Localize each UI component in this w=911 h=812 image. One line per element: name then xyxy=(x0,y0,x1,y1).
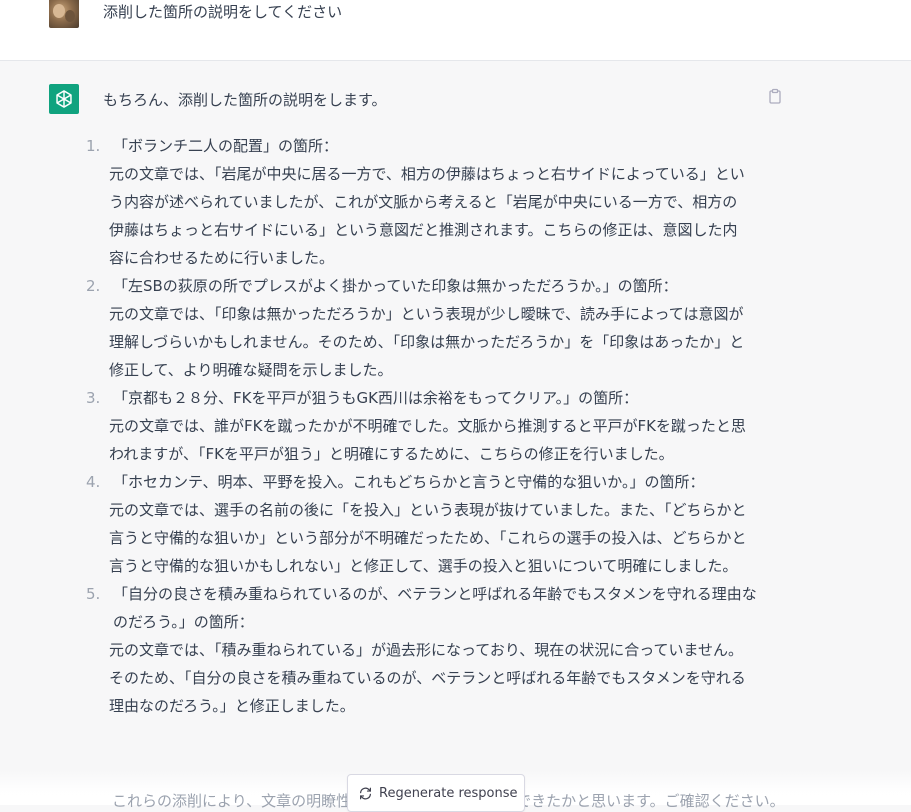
openai-logo-icon xyxy=(49,84,79,114)
list-item-number: 1. xyxy=(86,137,101,155)
regenerate-response-button[interactable]: Regenerate response xyxy=(347,774,525,812)
list-item-title: 「京都も２８分、FKを平戸が狙うもGK西川は余裕をもってクリア。」の箇所： xyxy=(113,389,639,407)
list-item-body: 元の文章では、「積み重ねられている」が過去形になっており、現在の状況に合っていま… xyxy=(109,641,746,715)
list-item-title: 「ボランチ二人の配置」の箇所： xyxy=(113,137,339,155)
user-message-text: 添削した箇所の説明をしてください xyxy=(103,3,343,21)
regenerate-label: Regenerate response xyxy=(379,785,518,801)
list-item-title: 「左SBの荻原の所でプレスがよく掛かっていた印象は無かっただろうか。」の箇所： xyxy=(113,277,678,295)
list-item: 5. 「自分の良さを積み重ねられているのが、ベテランと呼ばれる年齢でもスタメンを… xyxy=(86,580,766,720)
refresh-icon xyxy=(360,787,371,799)
list-item-title: 「自分の良さを積み重ねられているのが、ベテランと呼ばれる年齢でもスタメンを守れる… xyxy=(113,585,757,631)
list-item-body: 元の文章では、誰がFKを蹴ったかが不明確でした。文脈から推測すると平戸がFKを蹴… xyxy=(109,417,746,463)
list-item: 2. 「左SBの荻原の所でプレスがよく掛かっていた印象は無かっただろうか。」の箇… xyxy=(86,272,766,384)
list-item-number: 5. xyxy=(86,585,101,603)
list-item-number: 3. xyxy=(86,389,101,407)
list-item-number: 4. xyxy=(86,473,101,491)
list-item-body: 元の文章では、「岩尾が中央に居る一方で、相方の伊藤はちょっと右サイドによっている… xyxy=(109,165,745,267)
list-item: 1. 「ボランチ二人の配置」の箇所： 元の文章では、「岩尾が中央に居る一方で、相… xyxy=(86,132,766,272)
list-item: 4. 「ホセカンテ、明本、平野を投入。これもどちらかと言うと守備的な狙いか。」の… xyxy=(86,468,766,580)
user-message-row: 添削した箇所の説明をしてください xyxy=(0,0,911,61)
list-item: 3. 「京都も２８分、FKを平戸が狙うもGK西川は余裕をもってクリア。」の箇所：… xyxy=(86,384,766,468)
list-item-body: 元の文章では、「印象は無かっただろうか」という表現が少し曖昧で、読み手によっては… xyxy=(109,305,745,379)
user-avatar xyxy=(49,0,79,28)
correction-list: 1. 「ボランチ二人の配置」の箇所： 元の文章では、「岩尾が中央に居る一方で、相… xyxy=(86,132,766,720)
list-item-body: 元の文章では、選手の名前の後に「を投入」という表現が抜けていました。また、「どち… xyxy=(109,501,747,575)
assistant-intro-text: もちろん、添削した箇所の説明をします。 xyxy=(103,91,387,109)
list-item-title: 「ホセカンテ、明本、平野を投入。これもどちらかと言うと守備的な狙いか。」の箇所： xyxy=(113,473,705,491)
clipboard-icon[interactable] xyxy=(767,88,783,104)
list-item-number: 2. xyxy=(86,277,101,295)
